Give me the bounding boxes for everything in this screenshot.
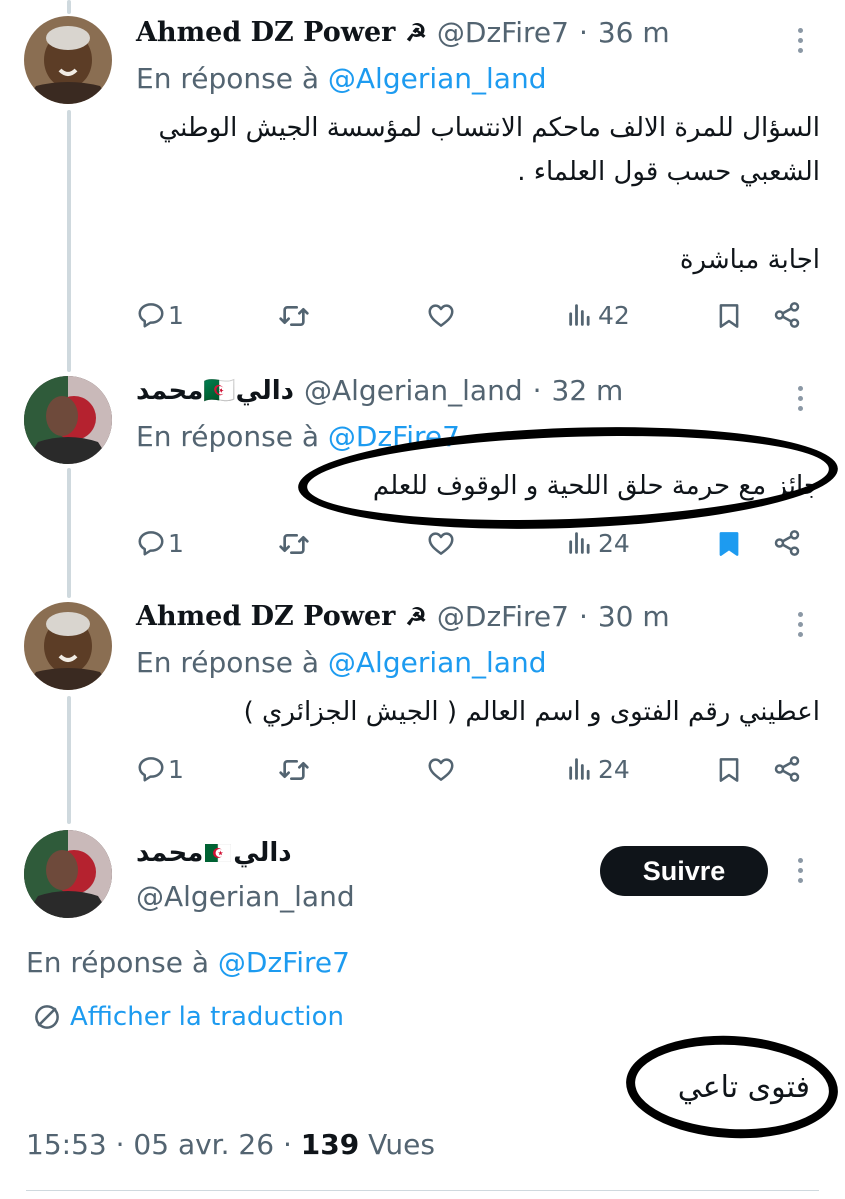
thread-line xyxy=(67,110,71,372)
retweet-icon[interactable] xyxy=(278,300,310,332)
avatar[interactable] xyxy=(24,16,112,104)
reply-context: En réponse à @Algerian_land xyxy=(136,62,546,95)
author-name-part[interactable]: محمد xyxy=(136,838,203,868)
translate-icon xyxy=(32,1002,62,1032)
author-handle[interactable]: @Algerian_land xyxy=(304,374,523,407)
tweet-text: السؤال للمرة الالف ماحكم الانتساب لمؤسسة… xyxy=(136,106,820,282)
reply-count: 1 xyxy=(168,300,184,330)
reply-icon[interactable]: 1 xyxy=(136,754,184,784)
share-icon[interactable] xyxy=(772,300,802,330)
bookmark-icon[interactable] xyxy=(714,754,744,786)
thread-line xyxy=(67,0,71,14)
more-icon[interactable] xyxy=(798,858,803,888)
author-name[interactable]: محمد🇩🇿دالي xyxy=(136,376,294,406)
views-count: 24 xyxy=(598,528,630,558)
views-count: 24 xyxy=(598,754,630,784)
follow-button[interactable]: Suivre xyxy=(600,846,768,896)
reply-prefix: En réponse à xyxy=(136,646,319,679)
retweet-icon[interactable] xyxy=(278,528,310,560)
tweet-text-line: السؤال للمرة الالف ماحكم الانتساب لمؤسسة… xyxy=(158,113,820,143)
divider xyxy=(26,1190,819,1191)
tweet-footer: 15:53 · 05 avr. 26 · 139 Vues xyxy=(26,1128,435,1161)
avatar[interactable] xyxy=(24,376,112,464)
reply-context: En réponse à @Algerian_land xyxy=(136,646,546,679)
tweet-text-line xyxy=(136,194,820,238)
thread-line xyxy=(67,696,71,824)
author-name-part[interactable]: دالي xyxy=(233,838,291,868)
tweet-time[interactable]: 36 m xyxy=(598,16,670,49)
views-icon[interactable]: 24 xyxy=(566,528,630,558)
like-icon[interactable] xyxy=(426,754,456,784)
more-icon[interactable] xyxy=(798,28,803,58)
share-icon[interactable] xyxy=(772,528,802,558)
reply-handle-link[interactable]: @Algerian_land xyxy=(328,62,547,95)
like-icon[interactable] xyxy=(426,528,456,558)
author-name[interactable]: Ahmed DZ Power xyxy=(136,601,395,632)
share-icon[interactable] xyxy=(772,754,802,784)
reply-icon[interactable]: 1 xyxy=(136,528,184,558)
name-emoji: ☭ xyxy=(405,18,427,47)
tweet-time[interactable]: 30 m xyxy=(598,600,670,633)
separator: · xyxy=(532,374,542,407)
tweet-text-line: اجابة مباشرة xyxy=(679,245,820,275)
reply-handle-link[interactable]: @DzFire7 xyxy=(218,946,350,979)
tweet-text: اعطيني رقم الفتوى و اسم العالم ( الجيش ا… xyxy=(136,690,820,734)
reply-handle-link[interactable]: @Algerian_land xyxy=(328,646,547,679)
avatar[interactable] xyxy=(24,830,112,918)
thread-line xyxy=(67,468,71,598)
tweet-time[interactable]: 15:53 xyxy=(26,1128,107,1161)
author-handle[interactable]: @DzFire7 xyxy=(437,16,569,49)
algeria-flag-icon xyxy=(205,844,231,862)
more-icon[interactable] xyxy=(798,612,803,642)
reply-prefix: En réponse à xyxy=(136,62,319,95)
avatar[interactable] xyxy=(24,602,112,690)
reply-context: En réponse à @DzFire7 xyxy=(26,946,350,979)
views-icon[interactable]: 24 xyxy=(566,754,630,784)
tweet-text-line: الشعبي حسب قول العلماء . xyxy=(517,157,820,187)
reply-prefix: En réponse à xyxy=(136,420,319,453)
views-count: 139 xyxy=(300,1128,360,1161)
views-count: 42 xyxy=(598,300,630,330)
retweet-icon[interactable] xyxy=(278,754,310,786)
name-emoji: ☭ xyxy=(405,602,427,631)
reply-count: 1 xyxy=(168,754,184,784)
tweet-text-line: اعطيني رقم الفتوى و اسم العالم ( الجيش ا… xyxy=(243,697,820,727)
translate-label[interactable]: Afficher la traduction xyxy=(70,1002,344,1032)
author-handle[interactable]: @Algerian_land xyxy=(136,880,355,913)
tweet-time[interactable]: 32 m xyxy=(552,374,624,407)
separator: · xyxy=(578,600,588,633)
reply-prefix: En réponse à xyxy=(26,946,209,979)
author-handle[interactable]: @DzFire7 xyxy=(437,600,569,633)
separator: · xyxy=(578,16,588,49)
reply-count: 1 xyxy=(168,528,184,558)
like-icon[interactable] xyxy=(426,300,456,330)
bookmark-icon[interactable] xyxy=(714,300,744,332)
more-icon[interactable] xyxy=(798,386,803,416)
views-label: Vues xyxy=(368,1128,435,1161)
hand-drawn-oval xyxy=(623,1030,841,1144)
tweet-date[interactable]: 05 avr. 26 xyxy=(133,1128,274,1161)
author-name[interactable]: Ahmed DZ Power xyxy=(136,17,395,48)
bookmark-icon[interactable] xyxy=(714,528,744,560)
translate-link[interactable]: Afficher la traduction xyxy=(32,1002,344,1032)
reply-icon[interactable]: 1 xyxy=(136,300,184,330)
views-icon[interactable]: 42 xyxy=(566,300,630,330)
